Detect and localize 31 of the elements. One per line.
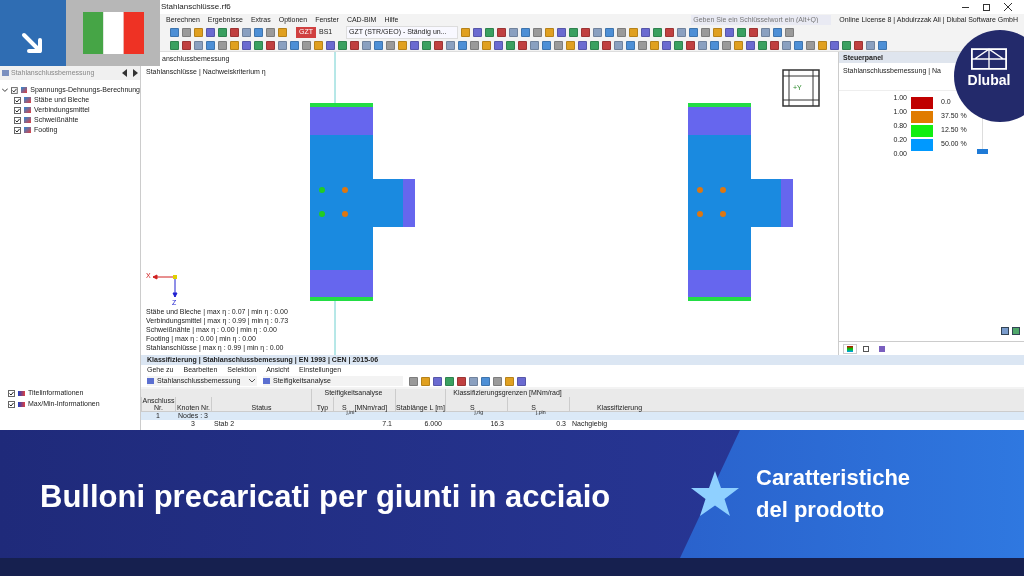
checkbox[interactable]	[10, 86, 18, 94]
checkbox[interactable]	[8, 401, 15, 408]
previous-button[interactable]	[122, 69, 128, 77]
expand-toggle[interactable]	[2, 87, 8, 93]
italian-flag-icon	[82, 12, 144, 54]
checkbox[interactable]	[14, 126, 21, 134]
checkbox[interactable]	[8, 390, 15, 397]
checkbox[interactable]	[14, 116, 21, 124]
checkbox[interactable]	[14, 106, 21, 114]
minimize-icon[interactable]	[962, 6, 969, 8]
banner-tag: Caratteristiche del prodotto	[756, 462, 946, 526]
axis-icon	[152, 274, 178, 298]
caret-icon	[249, 379, 255, 383]
arrow-icon	[21, 32, 45, 56]
slider-handle[interactable]	[976, 148, 988, 154]
checkbox[interactable]	[14, 96, 21, 104]
window-title: Stahlanschlüsse.rf6	[161, 1, 231, 13]
module-icon	[879, 345, 885, 352]
close-icon[interactable]	[1004, 3, 1012, 11]
next-button[interactable]	[132, 69, 138, 77]
star-icon	[690, 470, 740, 518]
banner-title: Bulloni precaricati per giunti in acciaio	[40, 478, 611, 516]
legend-icon	[847, 345, 853, 352]
module-icon	[2, 70, 9, 76]
logo-text: Dlubal	[967, 73, 1011, 87]
panel-tab[interactable]	[843, 343, 857, 354]
module-icon	[263, 378, 270, 384]
restore-icon[interactable]	[983, 3, 990, 11]
view-cube-icon	[782, 69, 820, 107]
module-icon	[147, 378, 154, 384]
bridge-icon	[971, 48, 1007, 70]
